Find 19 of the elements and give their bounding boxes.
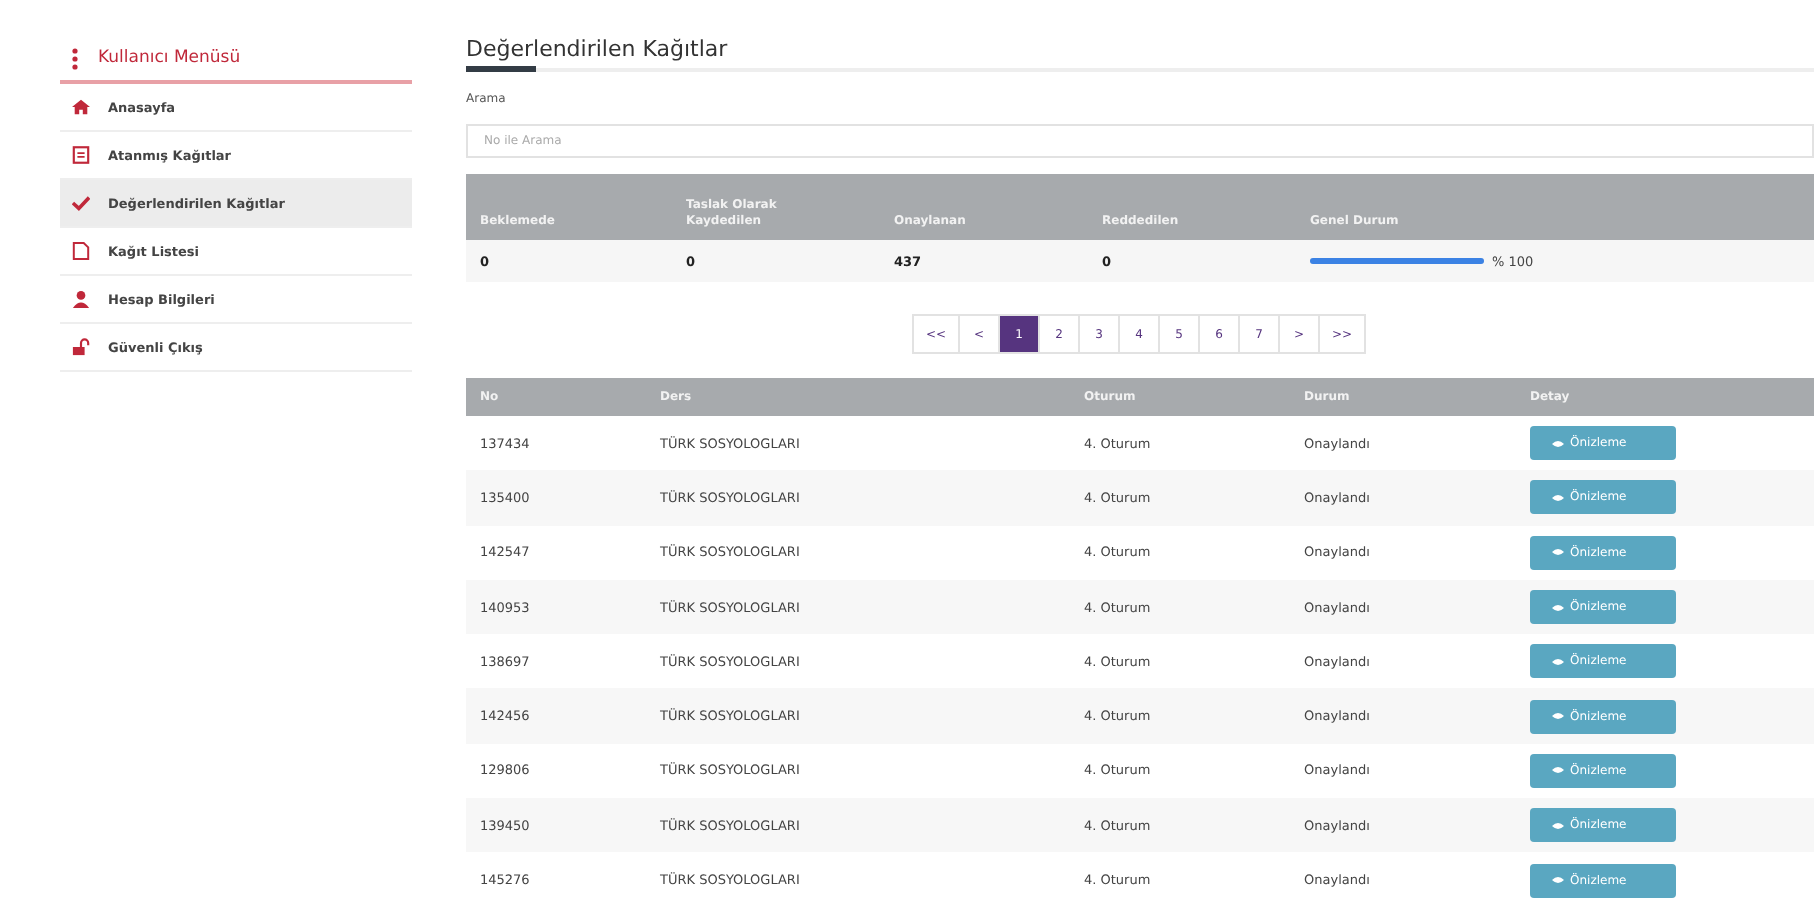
eye-icon <box>1552 821 1564 830</box>
user-icon <box>72 290 90 308</box>
eye-icon <box>1552 439 1564 448</box>
page-icon <box>72 242 90 260</box>
checkmark-icon <box>72 194 90 212</box>
title-underline <box>466 66 536 72</box>
eye-icon <box>1552 493 1564 502</box>
eye-icon <box>1552 603 1564 612</box>
eye-icon <box>1552 712 1564 721</box>
page-title: Değerlendirilen Kağıtlar <box>466 36 730 66</box>
eye-icon <box>1552 766 1564 775</box>
unlock-icon <box>72 338 90 356</box>
sidebar-title: Kullanıcı Menüsü <box>98 48 241 68</box>
eye-icon <box>1552 548 1564 557</box>
menu-dots-icon <box>72 47 78 69</box>
eye-icon <box>1552 657 1564 666</box>
eye-icon <box>1552 876 1564 885</box>
home-icon <box>72 98 90 116</box>
document-icon <box>72 146 90 164</box>
